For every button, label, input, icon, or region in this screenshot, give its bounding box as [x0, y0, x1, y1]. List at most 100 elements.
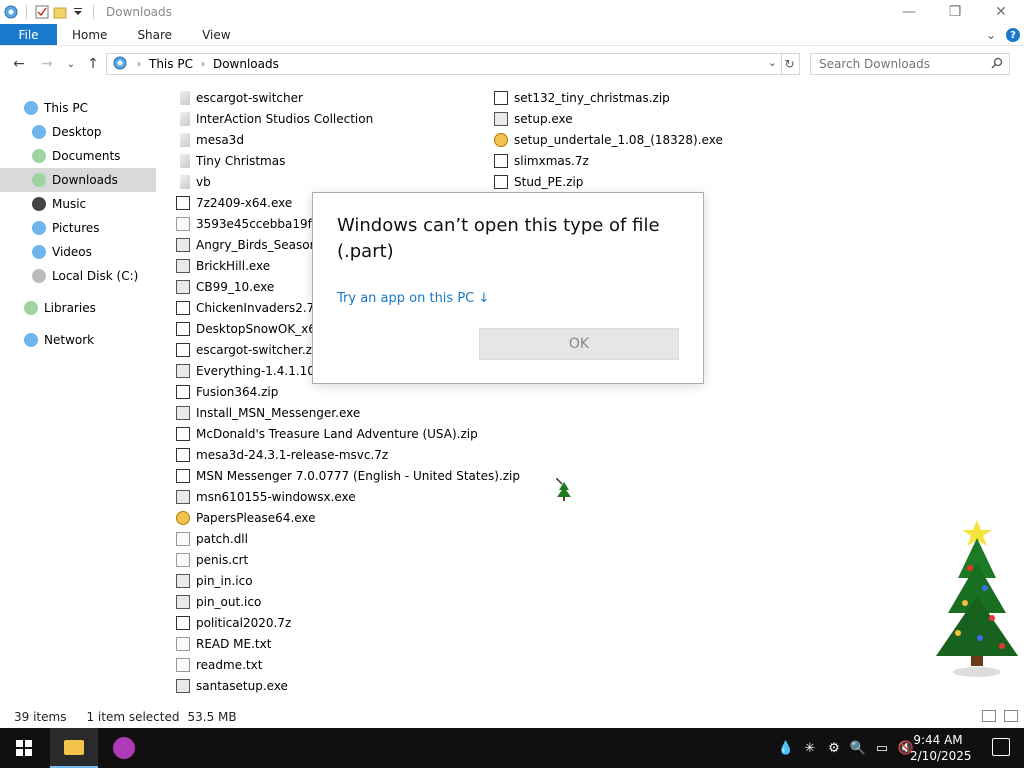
- zip-file-icon: [494, 153, 508, 168]
- maximize-button[interactable]: ❐: [932, 0, 978, 24]
- breadcrumb-this-pc[interactable]: This PC: [149, 57, 193, 71]
- recent-locations-button[interactable]: ⌄: [62, 55, 80, 73]
- back-button[interactable]: ←: [10, 55, 28, 73]
- file-item[interactable]: pin_out.ico: [176, 591, 520, 612]
- breadcrumb-downloads[interactable]: Downloads: [213, 57, 279, 71]
- ok-button[interactable]: OK: [479, 328, 679, 360]
- file-name: pin_in.ico: [196, 573, 253, 588]
- tab-file[interactable]: File: [0, 24, 57, 45]
- drop-icon[interactable]: 💧: [778, 740, 794, 756]
- file-name: McDonald's Treasure Land Adventure (USA)…: [196, 426, 478, 441]
- file-item[interactable]: pin_in.ico: [176, 570, 520, 591]
- file-item[interactable]: PapersPlease64.exe: [176, 507, 520, 528]
- sidebar-item-music[interactable]: Music: [0, 192, 156, 216]
- address-bar[interactable]: › This PC › Downloads ⌄: [106, 53, 782, 75]
- sidebar-item-network[interactable]: Network: [0, 328, 156, 352]
- sidebar-item-documents[interactable]: Documents: [0, 144, 156, 168]
- file-item[interactable]: Install_MSN_Messenger.exe: [176, 402, 520, 423]
- up-button[interactable]: ↑: [84, 55, 102, 73]
- file-item[interactable]: santasetup.exe: [176, 675, 520, 696]
- search-box[interactable]: [810, 53, 1010, 75]
- large-icons-view-icon[interactable]: [1004, 710, 1018, 722]
- tab-view[interactable]: View: [187, 24, 245, 45]
- notification-center-icon[interactable]: [992, 738, 1010, 756]
- folder-item[interactable]: escargot-switcher: [176, 87, 520, 108]
- file-name: slimxmas.7z: [514, 153, 589, 168]
- customize-toolbar-icon[interactable]: [71, 5, 85, 19]
- taskbar-clock[interactable]: 9:44 AM 2/10/2025: [910, 732, 972, 764]
- file-name: setup_undertale_1.08_(18328).exe: [514, 132, 723, 147]
- tab-share[interactable]: Share: [122, 24, 187, 45]
- new-folder-icon[interactable]: [53, 5, 67, 19]
- sidebar-item-videos[interactable]: Videos: [0, 240, 156, 264]
- breadcrumb-separator-icon[interactable]: ›: [137, 59, 141, 70]
- folder-item[interactable]: InterAction Studios Collection: [176, 108, 520, 129]
- zip-file-icon: [176, 384, 190, 399]
- sidebar-item-desktop[interactable]: Desktop: [0, 120, 156, 144]
- start-button[interactable]: [0, 728, 48, 768]
- sidebar-item-label: Desktop: [52, 125, 102, 139]
- properties-icon[interactable]: [35, 5, 49, 19]
- file-item[interactable]: McDonald's Treasure Land Adventure (USA)…: [176, 423, 520, 444]
- folder-item[interactable]: vb: [176, 171, 520, 192]
- file-item[interactable]: patch.dll: [176, 528, 520, 549]
- address-dropdown-icon[interactable]: ⌄: [768, 56, 777, 69]
- refresh-button[interactable]: ↻: [780, 53, 800, 75]
- tab-home[interactable]: Home: [57, 24, 122, 45]
- taskbar-file-explorer[interactable]: [50, 728, 98, 768]
- cannot-open-file-dialog: Windows can’t open this type of file (.p…: [312, 192, 704, 384]
- file-item[interactable]: penis.crt: [176, 549, 520, 570]
- folder-item[interactable]: Tiny Christmas: [176, 150, 520, 171]
- file-name: set132_tiny_christmas.zip: [514, 90, 670, 105]
- exe-file-icon: [176, 489, 190, 504]
- file-name: Tiny Christmas: [196, 153, 286, 168]
- file-item[interactable]: mesa3d-24.3.1-release-msvc.7z: [176, 444, 520, 465]
- file-item[interactable]: MSN Messenger 7.0.0777 (English - United…: [176, 465, 520, 486]
- expand-ribbon-icon[interactable]: ⌄: [986, 28, 996, 42]
- file-item[interactable]: READ ME.txt: [176, 633, 520, 654]
- file-item[interactable]: Stud_PE.zip: [494, 171, 723, 192]
- sidebar-item-label: Network: [44, 333, 95, 347]
- file-name: patch.dll: [196, 531, 248, 546]
- network-tray-icon[interactable]: ▭: [874, 740, 890, 756]
- file-item[interactable]: msn610155-windowsx.exe: [176, 486, 520, 507]
- file-item[interactable]: political2020.7z: [176, 612, 520, 633]
- sidebar-item-label: Local Disk (C:): [52, 269, 139, 283]
- explorer-app-icon[interactable]: [4, 5, 18, 19]
- file-item[interactable]: set132_tiny_christmas.zip: [494, 87, 723, 108]
- sidebar-item-pictures[interactable]: Pictures: [0, 216, 156, 240]
- zip-file-icon: [494, 174, 508, 189]
- file-name: setup.exe: [514, 111, 573, 126]
- file-name: mesa3d-24.3.1-release-msvc.7z: [196, 447, 389, 462]
- search-input[interactable]: [819, 57, 979, 71]
- sidebar-item-this-pc[interactable]: This PC: [0, 96, 156, 120]
- exe-file-icon: [176, 237, 190, 252]
- minimize-button[interactable]: —: [886, 0, 932, 24]
- settings-tray-icon[interactable]: ⚙: [826, 740, 842, 756]
- everything-search-icon[interactable]: 🔍: [850, 740, 866, 756]
- file-item[interactable]: readme.txt: [176, 654, 520, 675]
- zip-file-icon: [176, 468, 190, 483]
- gold-file-icon: [176, 510, 190, 525]
- close-button[interactable]: ✕: [978, 0, 1024, 24]
- taskbar-app[interactable]: [100, 728, 148, 768]
- try-app-link[interactable]: Try an app on this PC ↓: [337, 291, 489, 306]
- sidebar-item-downloads[interactable]: Downloads: [0, 168, 156, 192]
- snowflake-icon[interactable]: ✳: [802, 740, 818, 756]
- sidebar-item-libraries[interactable]: Libraries: [0, 296, 156, 320]
- folder-item[interactable]: mesa3d: [176, 129, 520, 150]
- file-item[interactable]: setup_undertale_1.08_(18328).exe: [494, 129, 723, 150]
- file-item[interactable]: setup.exe: [494, 108, 723, 129]
- search-icon[interactable]: [991, 57, 1003, 72]
- help-icon[interactable]: ?: [1006, 28, 1020, 42]
- sidebar-item-local-disk[interactable]: Local Disk (C:): [0, 264, 156, 288]
- toolbar-divider: [26, 5, 27, 19]
- file-item[interactable]: Fusion364.zip: [176, 381, 520, 402]
- file-item[interactable]: slimxmas.7z: [494, 150, 723, 171]
- zip-file-icon: [176, 342, 190, 357]
- breadcrumb-separator-icon[interactable]: ›: [201, 59, 205, 70]
- navigation-pane: This PC Desktop Documents Downloads Musi…: [0, 96, 156, 352]
- forward-button[interactable]: →: [38, 55, 56, 73]
- status-bar: 39 items 1 item selected 53.5 MB: [0, 706, 1024, 728]
- details-view-icon[interactable]: [982, 710, 996, 722]
